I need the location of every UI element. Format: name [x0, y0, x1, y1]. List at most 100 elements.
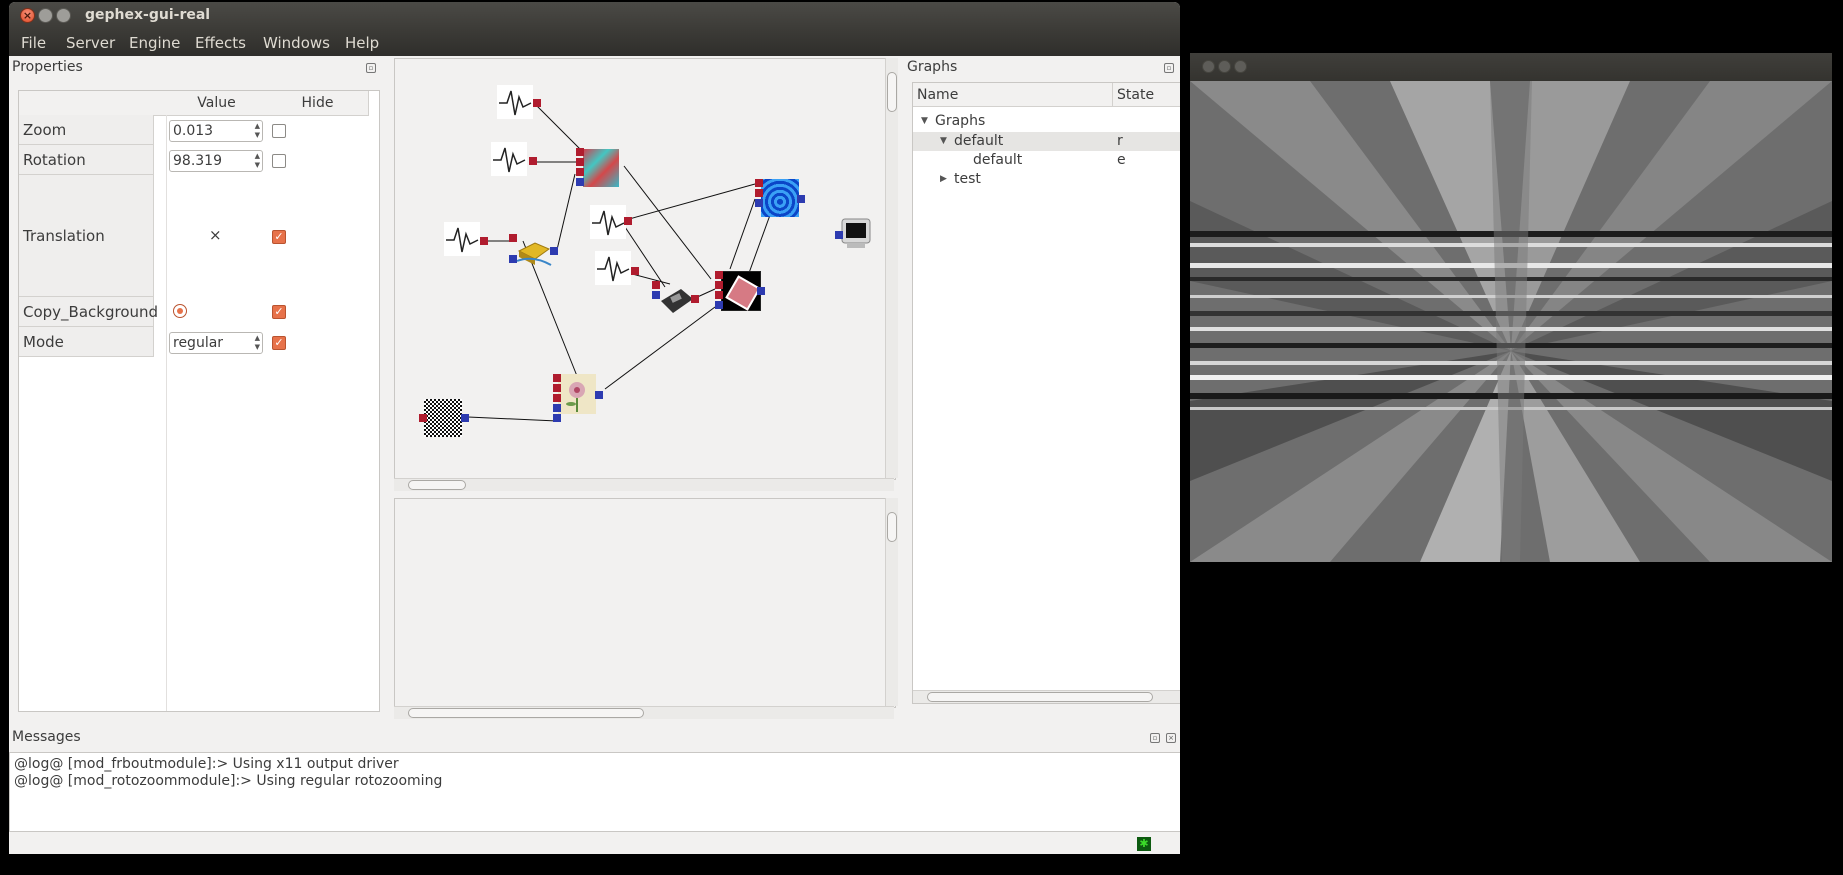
output-port[interactable]	[631, 267, 639, 275]
messages-log[interactable]: @log@ [mod_frboutmodule]:> Using x11 out…	[9, 752, 1180, 832]
maximize-window-button[interactable]	[56, 8, 71, 23]
translation-hide-checkbox[interactable]: ✓	[272, 230, 286, 244]
output-port[interactable]	[757, 287, 765, 295]
input-port[interactable]	[755, 179, 763, 187]
fax-node[interactable]	[657, 281, 695, 317]
close-window-button[interactable]	[1202, 60, 1215, 73]
sponge-node[interactable]	[513, 233, 553, 269]
float-dock-icon[interactable]: ▫	[366, 63, 376, 73]
float-dock-icon[interactable]: ▫	[1150, 733, 1160, 743]
minimize-window-button[interactable]	[1218, 60, 1231, 73]
output-port[interactable]	[595, 391, 603, 399]
maximize-window-button[interactable]	[1234, 60, 1247, 73]
output-port[interactable]	[576, 178, 584, 186]
graphs-horizontal-scrollbar[interactable]	[913, 690, 1180, 703]
zoom-hide-checkbox[interactable]	[272, 124, 286, 138]
tree-row-graphs[interactable]: ▼ Graphs	[913, 112, 1180, 132]
input-port[interactable]	[553, 404, 561, 412]
output-title-bar[interactable]	[1190, 53, 1832, 81]
float-dock-icon[interactable]: ▫	[1164, 63, 1174, 73]
pane-horizontal-scrollbar[interactable]	[394, 706, 894, 719]
spin-arrows-icon[interactable]: ▲ ▼	[255, 152, 260, 170]
output-port[interactable]	[624, 217, 632, 225]
menu-engine[interactable]: Engine	[129, 34, 180, 52]
mode-hide-checkbox[interactable]: ✓	[272, 336, 286, 350]
input-port[interactable]	[509, 255, 517, 263]
waveform-node[interactable]	[595, 251, 631, 285]
menu-server[interactable]: Server	[66, 34, 115, 52]
noise-node[interactable]	[424, 399, 462, 437]
secondary-editor-pane[interactable]	[394, 498, 896, 708]
waveform-node[interactable]	[590, 205, 626, 239]
input-port[interactable]	[652, 291, 660, 299]
flower-node[interactable]	[558, 374, 596, 414]
minimize-window-button[interactable]	[38, 8, 53, 23]
input-port[interactable]	[755, 199, 763, 207]
copy-background-radio[interactable]	[173, 304, 187, 318]
collapsed-arrow-icon[interactable]: ▶	[940, 174, 947, 184]
output-port[interactable]	[797, 195, 805, 203]
close-dock-icon[interactable]: ×	[1166, 733, 1176, 743]
column-header-name[interactable]: Name	[913, 83, 1113, 107]
zoom-spinbox[interactable]: 0.013 ▲ ▼	[169, 120, 263, 142]
output-port[interactable]	[480, 237, 488, 245]
waveform-node[interactable]	[491, 142, 527, 176]
tree-row-test[interactable]: ▶ test	[913, 170, 1180, 189]
scrollbar-thumb[interactable]	[927, 692, 1153, 702]
output-port[interactable]	[529, 157, 537, 165]
input-port[interactable]	[755, 189, 763, 197]
tree-row-default-graph[interactable]: ▼ default r	[913, 132, 1180, 151]
combo-arrows-icon[interactable]: ▲ ▼	[255, 334, 260, 352]
translation-position-marker[interactable]: ×	[209, 226, 222, 244]
input-port[interactable]	[509, 234, 517, 242]
plasma-node[interactable]	[583, 149, 619, 187]
column-header-empty[interactable]	[19, 91, 167, 116]
mode-combobox[interactable]: regular ▲ ▼	[169, 332, 263, 354]
input-port[interactable]	[576, 148, 584, 156]
menu-effects[interactable]: Effects	[195, 34, 246, 52]
menu-help[interactable]: Help	[345, 34, 379, 52]
pane-vertical-scrollbar[interactable]	[885, 498, 898, 706]
input-port[interactable]	[553, 394, 561, 402]
input-port[interactable]	[652, 281, 660, 289]
tunnel-node[interactable]	[761, 179, 799, 217]
monitor-node[interactable]	[839, 217, 873, 251]
rotation-hide-checkbox[interactable]	[272, 154, 286, 168]
menu-windows[interactable]: Windows	[263, 34, 330, 52]
graph-editor-canvas[interactable]	[394, 58, 896, 480]
tree-row-default-snapshot[interactable]: default e	[913, 151, 1180, 170]
column-header-state[interactable]: State	[1113, 83, 1180, 107]
menu-file[interactable]: File	[21, 34, 46, 52]
scrollbar-thumb[interactable]	[887, 72, 897, 112]
input-port[interactable]	[576, 168, 584, 176]
input-port[interactable]	[553, 384, 561, 392]
waveform-node[interactable]	[444, 222, 480, 256]
graph-horizontal-scrollbar[interactable]	[394, 478, 894, 491]
input-port[interactable]	[835, 231, 843, 239]
scrollbar-thumb[interactable]	[408, 480, 466, 490]
input-port[interactable]	[576, 158, 584, 166]
input-port[interactable]	[553, 374, 561, 382]
output-port[interactable]	[691, 295, 699, 303]
rotozoom-node[interactable]	[721, 271, 761, 311]
waveform-node[interactable]	[497, 85, 533, 119]
input-port[interactable]	[419, 414, 427, 422]
close-window-button[interactable]: ×	[20, 8, 35, 23]
output-port[interactable]	[461, 414, 469, 422]
copy-background-hide-checkbox[interactable]: ✓	[272, 305, 286, 319]
output-port[interactable]	[550, 247, 558, 255]
output-port[interactable]	[533, 99, 541, 107]
graph-vertical-scrollbar[interactable]	[885, 58, 898, 478]
column-header-value[interactable]: Value	[166, 91, 268, 116]
scrollbar-thumb[interactable]	[887, 512, 897, 542]
title-bar[interactable]: × gephex-gui-real	[9, 2, 1180, 30]
input-port[interactable]	[553, 414, 561, 422]
expanded-arrow-icon[interactable]: ▼	[940, 136, 947, 146]
input-port[interactable]	[715, 281, 723, 289]
input-port[interactable]	[715, 291, 723, 299]
input-port[interactable]	[715, 301, 723, 309]
expanded-arrow-icon[interactable]: ▼	[921, 116, 928, 126]
column-header-hide[interactable]: Hide	[267, 91, 369, 116]
rotation-spinbox[interactable]: 98.319 ▲ ▼	[169, 150, 263, 172]
input-port[interactable]	[715, 271, 723, 279]
